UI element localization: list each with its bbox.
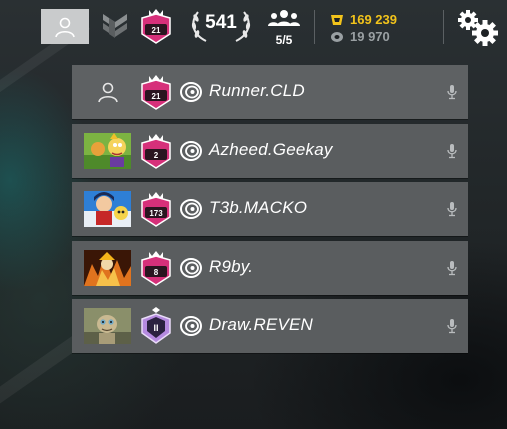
rank-number: 2 xyxy=(154,151,159,160)
member-name: R9by. xyxy=(209,256,254,276)
champion-rank-badge: 173 xyxy=(141,192,171,227)
squad-icon xyxy=(268,10,300,26)
renown-value: 169 239 xyxy=(350,12,397,27)
rank-number: 173 xyxy=(149,209,163,218)
member-name: Azheed.Geekay xyxy=(209,139,333,159)
credits-value: 19 970 xyxy=(350,29,390,44)
top-bar: 21 541 5/5 169 239 19 970 xyxy=(0,0,507,52)
fire-avatar xyxy=(84,249,131,286)
player-level: 541 xyxy=(205,12,237,33)
squad-member-row[interactable]: 21 Runner.CLD xyxy=(72,65,468,119)
champion-rank-badge: 8 xyxy=(141,250,171,286)
profile-avatar-button[interactable] xyxy=(41,9,89,44)
ubisoft-icon xyxy=(180,316,202,336)
empty-profile-icon xyxy=(84,74,131,110)
credits-balance: 19 970 xyxy=(330,29,390,44)
champion-rank-badge: 2 xyxy=(141,133,171,169)
champion-rank-badge: 21 xyxy=(141,75,171,110)
squad-member-row[interactable]: 8 R9by. xyxy=(72,240,468,295)
r6-credits-icon xyxy=(331,31,343,42)
diamond-rank-badge: II xyxy=(141,307,171,344)
anime-avatar xyxy=(84,191,131,227)
squad-list: 21 Runner.CLD 2 Azheed.Geekay 173 T3b.MA… xyxy=(72,65,468,358)
microphone-icon[interactable] xyxy=(446,260,458,276)
user-icon xyxy=(55,17,75,37)
renown-icon xyxy=(331,14,343,25)
member-name: Draw.REVEN xyxy=(209,315,314,334)
microphone-icon[interactable] xyxy=(446,143,458,159)
champion-rank-badge[interactable]: 21 xyxy=(138,7,174,45)
divider xyxy=(443,10,444,44)
squad-member-row[interactable]: 173 T3b.MACKO xyxy=(72,182,468,236)
microphone-icon[interactable] xyxy=(446,84,458,100)
microphone-icon[interactable] xyxy=(446,318,458,334)
rank-number: 8 xyxy=(154,268,159,277)
rank-number: II xyxy=(153,323,158,333)
rank-number: 21 xyxy=(152,92,161,101)
gollum-avatar xyxy=(84,308,131,344)
rank-number-text: 21 xyxy=(152,26,161,35)
ubisoft-icon xyxy=(180,140,202,161)
squad-button[interactable]: 5/5 xyxy=(266,9,302,47)
ubisoft-icon xyxy=(180,257,202,278)
settings-gear-icon[interactable] xyxy=(455,7,501,47)
ubisoft-icon xyxy=(180,82,202,102)
member-name: T3b.MACKO xyxy=(209,198,308,217)
squad-member-row[interactable]: II Draw.REVEN xyxy=(72,299,468,353)
divider xyxy=(314,10,315,44)
ubisoft-icon xyxy=(180,199,202,219)
cartoon-avatar xyxy=(84,132,131,169)
squad-count: 5/5 xyxy=(275,33,293,47)
season-rank-chevron-icon[interactable] xyxy=(99,10,131,42)
microphone-icon[interactable] xyxy=(446,201,458,217)
squad-member-row[interactable]: 2 Azheed.Geekay xyxy=(72,123,468,178)
renown-balance: 169 239 xyxy=(330,12,397,27)
member-name: Runner.CLD xyxy=(209,81,305,100)
